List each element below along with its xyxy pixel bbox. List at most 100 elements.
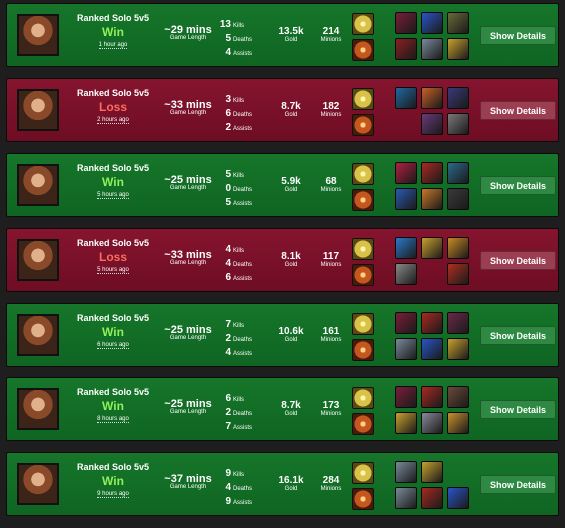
ignite-icon[interactable] — [352, 264, 374, 286]
item-slot-icon[interactable] — [395, 312, 417, 334]
item-slot-icon[interactable] — [395, 338, 417, 360]
item-slot-icon[interactable] — [395, 412, 417, 434]
show-details-button[interactable]: Show Details — [480, 176, 556, 195]
match-row: Ranked Solo 5v5 Win 5 hours ago ~25 mins… — [6, 153, 559, 217]
assists-stat: 4 Assists — [225, 347, 253, 358]
ignite-icon[interactable] — [352, 488, 374, 510]
item-slot-icon[interactable] — [447, 386, 469, 408]
assists-stat: 6 Assists — [225, 272, 253, 283]
item-slot-icon[interactable] — [447, 263, 469, 285]
flash-icon[interactable] — [352, 163, 374, 185]
champion-portrait-icon[interactable] — [17, 314, 59, 356]
show-details-button[interactable]: Show Details — [480, 475, 556, 494]
item-slot-icon[interactable] — [421, 38, 443, 60]
minions-stat: 284 Minions — [320, 475, 342, 492]
match-row: Ranked Solo 5v5 Win 9 hours ago ~37 mins… — [6, 452, 559, 516]
show-details-button[interactable]: Show Details — [480, 326, 556, 345]
item-slot-icon[interactable] — [395, 12, 417, 34]
item-slot-icon[interactable] — [447, 338, 469, 360]
gold-stat: 5.9k Gold — [281, 176, 301, 193]
gold-stat: 8.7k Gold — [281, 400, 301, 417]
time-ago: 9 hours ago — [97, 491, 129, 498]
ignite-icon[interactable] — [352, 339, 374, 361]
match-result: Loss — [98, 100, 127, 114]
match-result: Win — [102, 25, 124, 39]
game-mode: Ranked Solo 5v5 — [76, 238, 150, 248]
champion-portrait-icon[interactable] — [17, 14, 59, 56]
ignite-icon[interactable] — [352, 114, 374, 136]
champion-portrait-icon[interactable] — [17, 89, 59, 131]
item-slot-icon[interactable] — [421, 12, 443, 34]
item-slot-icon[interactable] — [421, 386, 443, 408]
item-slot-icon[interactable] — [421, 412, 443, 434]
time-ago: 5 hours ago — [97, 267, 129, 274]
flash-icon[interactable] — [352, 13, 374, 35]
item-slot-icon[interactable] — [447, 87, 469, 109]
minions-stat: 173 Minions — [320, 400, 342, 417]
flash-icon[interactable] — [352, 238, 374, 260]
ignite-icon[interactable] — [352, 413, 374, 435]
match-row: Ranked Solo 5v5 Loss 5 hours ago ~33 min… — [6, 228, 559, 292]
item-slot-icon[interactable] — [421, 461, 443, 483]
minions-stat: 214 Minions — [320, 26, 342, 43]
game-mode: Ranked Solo 5v5 — [76, 313, 150, 323]
match-row: Ranked Solo 5v5 Loss 2 hours ago ~33 min… — [6, 78, 559, 142]
gold-stat: 16.1k Gold — [278, 475, 304, 492]
item-slot-icon[interactable] — [395, 38, 417, 60]
time-ago: 1 hour ago — [98, 42, 128, 49]
item-slot-icon[interactable] — [447, 237, 469, 259]
minions-stat: 68 Minions — [320, 176, 342, 193]
item-slot-icon[interactable] — [421, 487, 443, 509]
item-slot-icon[interactable] — [395, 263, 417, 285]
item-slot-icon[interactable] — [421, 312, 443, 334]
item-slot-icon[interactable] — [421, 237, 443, 259]
show-details-button[interactable]: Show Details — [480, 400, 556, 419]
gold-stat: 8.7k Gold — [281, 101, 301, 118]
item-slot-icon[interactable] — [447, 487, 469, 509]
assists-stat: 2 Assists — [225, 122, 253, 133]
match-result: Win — [102, 474, 124, 488]
item-slot-icon[interactable] — [447, 412, 469, 434]
item-slot-icon[interactable] — [421, 338, 443, 360]
show-details-button[interactable]: Show Details — [480, 251, 556, 270]
item-slot-icon[interactable] — [395, 188, 417, 210]
item-slot-icon[interactable] — [395, 162, 417, 184]
assists-stat: 9 Assists — [225, 496, 253, 507]
gold-stat: 13.5k Gold — [278, 26, 304, 43]
champion-portrait-icon[interactable] — [17, 239, 59, 281]
item-slot-icon[interactable] — [421, 113, 443, 135]
flash-icon[interactable] — [352, 313, 374, 335]
match-result: Win — [102, 325, 124, 339]
item-slot-icon[interactable] — [395, 237, 417, 259]
match-row: Ranked Solo 5v5 Win 1 hour ago ~29 mins … — [6, 3, 559, 67]
item-slot-icon[interactable] — [421, 188, 443, 210]
item-slot-icon[interactable] — [395, 461, 417, 483]
champion-portrait-icon[interactable] — [17, 388, 59, 430]
show-details-button[interactable]: Show Details — [480, 101, 556, 120]
item-slot-icon[interactable] — [395, 386, 417, 408]
ignite-icon[interactable] — [352, 39, 374, 61]
item-slot-icon[interactable] — [447, 113, 469, 135]
flash-icon[interactable] — [352, 462, 374, 484]
flash-icon[interactable] — [352, 88, 374, 110]
flash-icon[interactable] — [352, 387, 374, 409]
item-slot-icon[interactable] — [447, 12, 469, 34]
item-slot-icon[interactable] — [447, 38, 469, 60]
time-ago: 2 hours ago — [97, 117, 129, 124]
item-slot-icon[interactable] — [447, 312, 469, 334]
item-slot-icon[interactable] — [395, 487, 417, 509]
assists-stat: 5 Assists — [225, 197, 253, 208]
game-mode: Ranked Solo 5v5 — [76, 462, 150, 472]
game-mode: Ranked Solo 5v5 — [76, 88, 150, 98]
item-slot-icon[interactable] — [447, 188, 469, 210]
item-slot-icon[interactable] — [421, 87, 443, 109]
assists-stat: 4 Assists — [225, 47, 253, 58]
champion-portrait-icon[interactable] — [17, 164, 59, 206]
item-slot-icon[interactable] — [395, 87, 417, 109]
ignite-icon[interactable] — [352, 189, 374, 211]
show-details-button[interactable]: Show Details — [480, 26, 556, 45]
champion-portrait-icon[interactable] — [17, 463, 59, 505]
item-slot-icon[interactable] — [447, 162, 469, 184]
match-row: Ranked Solo 5v5 Win 6 hours ago ~25 mins… — [6, 303, 559, 367]
item-slot-icon[interactable] — [421, 162, 443, 184]
